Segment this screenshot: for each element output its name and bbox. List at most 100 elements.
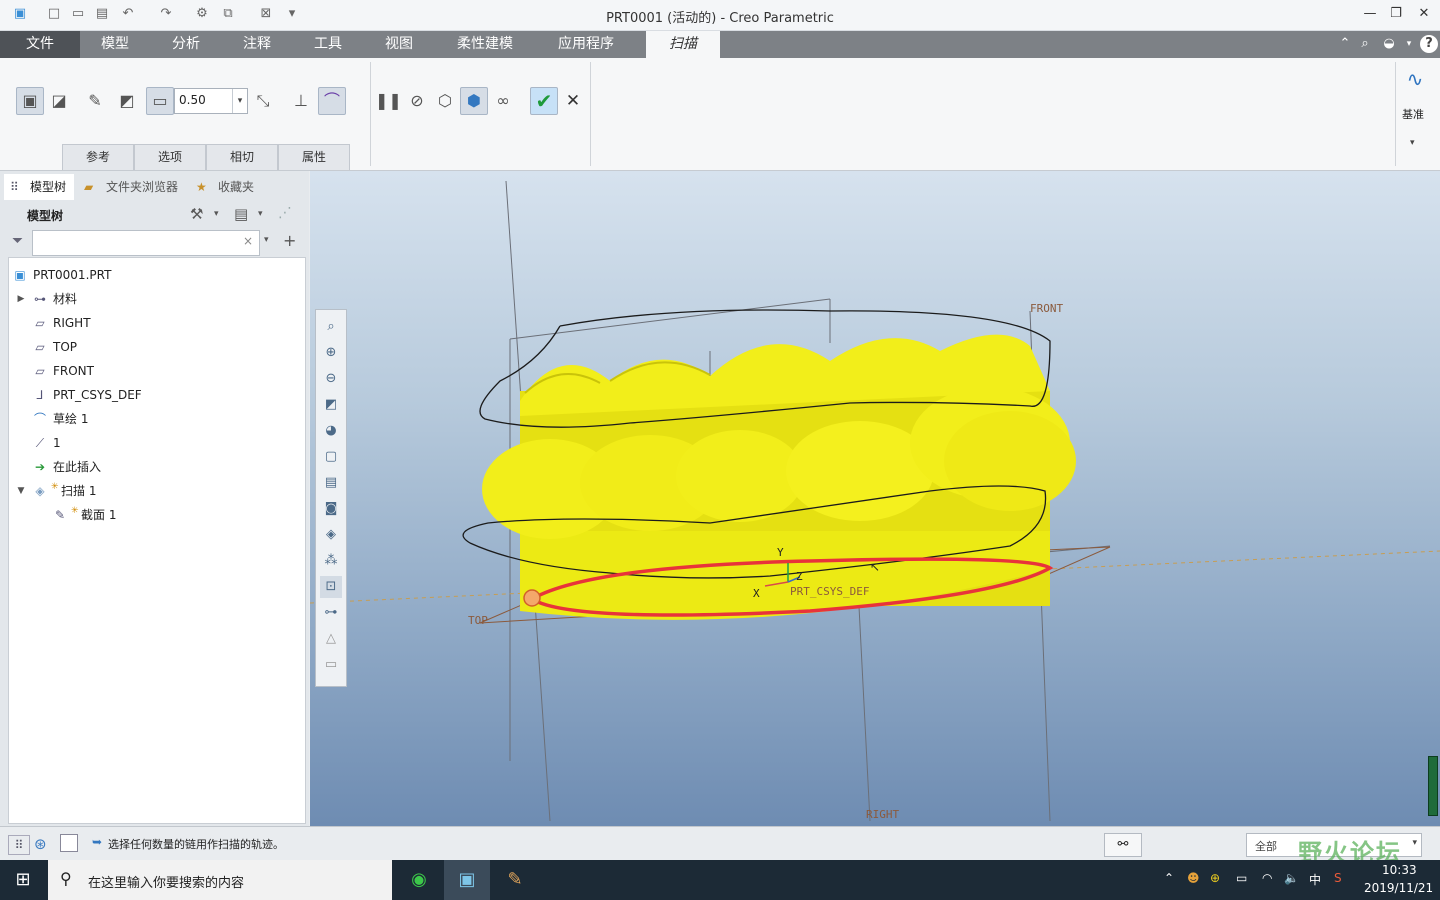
battery-icon[interactable]: ▭ <box>1236 871 1247 885</box>
tree-item-sweep[interactable]: ▼ ◈ ✳ 扫描 1 <box>9 480 299 502</box>
tab-folder-browser[interactable]: ▰ 文件夹浏览器 <box>80 174 188 200</box>
thickness-dropdown-icon[interactable]: ▾ <box>232 89 247 113</box>
minimize-button[interactable]: — <box>1358 4 1382 24</box>
trajectory-start-point[interactable] <box>523 589 541 607</box>
tree-settings-icon[interactable]: ⚒ <box>190 205 203 223</box>
datum-display-icon[interactable]: ⁂ <box>320 550 342 572</box>
model-view[interactable]: ↖ <box>310 171 1440 826</box>
ime-indicator[interactable]: 中 <box>1309 871 1321 888</box>
tab-applications[interactable]: 应用程序 <box>536 31 636 58</box>
help-icon[interactable]: ? <box>1420 35 1438 53</box>
thin-feature-button[interactable]: ▭ <box>146 87 174 115</box>
community-menu-chevron-icon[interactable]: ▾ <box>1400 35 1418 53</box>
variable-section-button[interactable]: ⌒ <box>318 87 346 115</box>
show-icon[interactable]: ▤ <box>234 205 248 223</box>
filter-icon[interactable]: ⏷ <box>12 233 23 249</box>
tree-item-front[interactable]: ▱ FRONT <box>9 360 299 382</box>
subtab-references[interactable]: 参考 <box>62 144 134 170</box>
tree-item-insert-here[interactable]: ➔ 在此插入 <box>9 456 299 478</box>
paint-app-icon[interactable]: ✎ <box>492 860 538 900</box>
tab-analysis[interactable]: 分析 <box>150 31 222 58</box>
tab-tools[interactable]: 工具 <box>292 31 364 58</box>
verify-mode-button[interactable]: ∞ <box>490 88 516 114</box>
annotation-display-icon[interactable]: ⊡ <box>320 576 342 598</box>
tree-item-sketch[interactable]: ⌒ 草绘 1 <box>9 408 299 430</box>
network-icon[interactable]: ◠ <box>1262 871 1272 885</box>
sweep-body[interactable] <box>482 334 1076 620</box>
tree-item-top[interactable]: ▱ TOP <box>9 336 299 358</box>
tree-item-section[interactable]: ✎ ✳ 截面 1 <box>9 504 299 526</box>
tree-settings-chevron-icon[interactable]: ▾ <box>214 209 219 219</box>
clock-date[interactable]: 2019/11/21 <box>1364 881 1433 895</box>
graphics-window[interactable]: ↖ FRONT TOP RIGHT PRT_CSYS_DEF X Y Z ⌕ ⊕… <box>310 171 1440 826</box>
sketch-section-button[interactable]: ✎ <box>82 88 108 114</box>
tab-view[interactable]: 视图 <box>364 31 434 58</box>
subtab-options[interactable]: 选项 <box>134 144 206 170</box>
show-chevron-icon[interactable]: ▾ <box>258 209 263 219</box>
datum-planes-icon[interactable]: △ <box>320 628 342 650</box>
repaint-icon[interactable]: ◩ <box>320 394 342 416</box>
windows-start-icon[interactable]: ⊞ <box>0 860 46 900</box>
subtab-tangency[interactable]: 相切 <box>206 144 278 170</box>
search-chevron-icon[interactable]: ▾ <box>264 235 269 245</box>
datum-axes-icon[interactable]: ▭ <box>320 654 342 676</box>
restore-button[interactable]: ❐ <box>1384 4 1408 24</box>
pause-button[interactable]: ❚❚ <box>375 88 402 114</box>
selection-filter-chevron-icon[interactable]: ▾ <box>1412 838 1417 848</box>
tab-flexible-modeling[interactable]: 柔性建模 <box>434 31 536 58</box>
view-manager-icon[interactable]: ▤ <box>320 472 342 494</box>
perspective-icon[interactable]: ◙ <box>320 498 342 520</box>
creo-taskbar-icon[interactable]: ▣ <box>444 860 490 900</box>
no-preview-button[interactable]: ⊘ <box>404 88 430 114</box>
tree-item-material[interactable]: ▶ ⊶ 材料 <box>9 288 299 310</box>
community-icon[interactable]: ◒ <box>1380 35 1398 53</box>
add-filter-icon[interactable]: + <box>283 231 296 250</box>
qq-icon[interactable]: ☻ <box>1187 871 1200 885</box>
constant-section-button[interactable]: ⊥ <box>288 88 314 114</box>
tray-chevron-icon[interactable]: ⌃ <box>1164 871 1174 885</box>
taskbar-search-box[interactable]: ⚲ 在这里输入你要搜索的内容 <box>48 860 392 900</box>
preview-button[interactable]: ⬡ <box>432 88 458 114</box>
collapse-ribbon-icon[interactable]: ⌃ <box>1336 35 1354 53</box>
tab-file[interactable]: 文件 <box>0 31 80 58</box>
refit-icon[interactable]: ⌕ <box>320 316 342 338</box>
clock-time[interactable]: 10:33 <box>1382 863 1417 877</box>
verify-preview-button[interactable]: ⬢ <box>460 87 488 115</box>
solid-sweep-button[interactable]: ▣ <box>16 87 44 115</box>
display-style-icon[interactable]: ◕ <box>320 420 342 442</box>
surface-sweep-button[interactable]: ◪ <box>46 88 72 114</box>
confirm-button[interactable]: ✔ <box>530 87 558 115</box>
remove-material-button[interactable]: ◩ <box>114 88 140 114</box>
datum-icon[interactable]: ∿ <box>1402 66 1428 92</box>
section-view-icon[interactable]: ◈ <box>320 524 342 546</box>
zoom-out-icon[interactable]: ⊖ <box>320 368 342 390</box>
spin-center-icon[interactable]: ⊶ <box>320 602 342 624</box>
scroll-indicator[interactable] <box>1428 756 1438 816</box>
close-button[interactable]: ✕ <box>1412 4 1436 24</box>
datum-expand-chevron-icon[interactable]: ▾ <box>1410 138 1415 148</box>
tree-item-right[interactable]: ▱ RIGHT <box>9 312 299 334</box>
navigator-toggle-icon[interactable]: ⠿ <box>8 835 30 855</box>
tree-search-input[interactable]: × <box>32 230 260 256</box>
tab-model-tree[interactable]: ⠿ 模型树 <box>4 174 74 200</box>
clear-search-icon[interactable]: × <box>243 234 253 248</box>
tab-favorites[interactable]: ★ 收藏夹 <box>192 174 262 200</box>
binocular-find-icon[interactable]: ⚯ <box>1104 833 1142 857</box>
browser-toggle-icon[interactable]: ⊛ <box>34 835 47 853</box>
full-screen-icon[interactable] <box>60 834 78 852</box>
saved-orientations-icon[interactable]: ▢ <box>320 446 342 468</box>
subtab-properties[interactable]: 属性 <box>278 144 350 170</box>
tree-item-part[interactable]: ▣ PRT0001.PRT <box>9 264 299 286</box>
datum-label[interactable]: 基准 <box>1402 106 1424 122</box>
zoom-in-icon[interactable]: ⊕ <box>320 342 342 364</box>
expand-arrow-icon[interactable]: ▶ <box>15 288 27 310</box>
sogou-icon[interactable]: S <box>1334 871 1342 885</box>
search-icon[interactable]: ⌕ <box>1356 35 1374 53</box>
cancel-button[interactable]: ✕ <box>560 88 586 114</box>
volume-icon[interactable]: 🔈 <box>1284 871 1299 885</box>
tray-app-icon[interactable]: ⊕ <box>1210 871 1220 885</box>
thickness-input[interactable]: 0.50 ▾ <box>174 88 248 114</box>
tab-annotate[interactable]: 注释 <box>222 31 292 58</box>
tab-sweep[interactable]: 扫描 <box>646 31 720 59</box>
tree-item-csys[interactable]: ⅃ PRT_CSYS_DEF <box>9 384 299 406</box>
